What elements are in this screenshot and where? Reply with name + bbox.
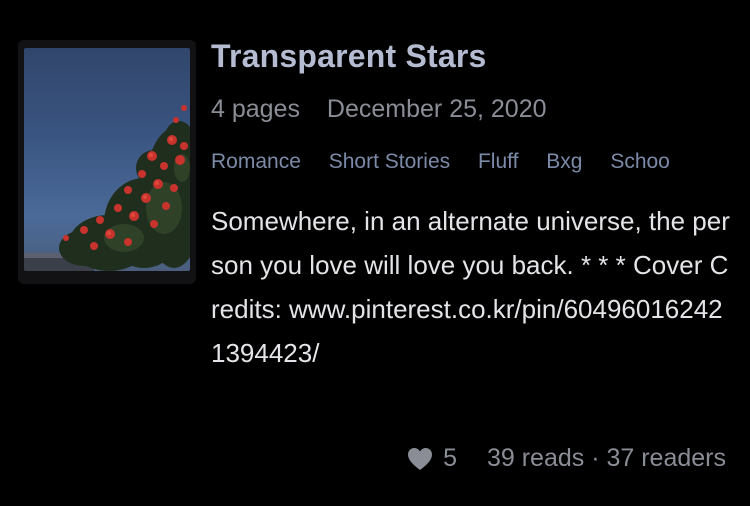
story-card[interactable]: Transparent Stars 4 pages December 25, 2… xyxy=(0,0,750,506)
publish-date: December 25, 2020 xyxy=(326,95,547,123)
tag-short-stories[interactable]: Short Stories xyxy=(329,150,450,173)
story-description: Somewhere, in an alternate universe, the… xyxy=(211,206,730,368)
reads-readers-count: 39 reads · 37 readers xyxy=(486,444,726,472)
story-cover-image[interactable] xyxy=(24,48,190,271)
page-count: 4 pages xyxy=(211,95,300,123)
story-stats: 5 39 reads · 37 readers xyxy=(407,444,726,473)
tag-bxg[interactable]: Bxg xyxy=(546,150,582,173)
tag-school[interactable]: Schoo xyxy=(610,150,670,173)
roses-cover-illustration xyxy=(24,105,190,271)
tag-list: Romance Short Stories Fluff Bxg Schoo xyxy=(211,150,750,174)
like-count: 5 xyxy=(443,444,457,472)
heart-icon[interactable] xyxy=(407,447,433,471)
story-title[interactable]: Transparent Stars xyxy=(211,38,487,75)
tag-fluff[interactable]: Fluff xyxy=(478,150,518,173)
story-meta: 4 pages December 25, 2020 xyxy=(211,95,547,124)
tag-romance[interactable]: Romance xyxy=(211,150,301,173)
